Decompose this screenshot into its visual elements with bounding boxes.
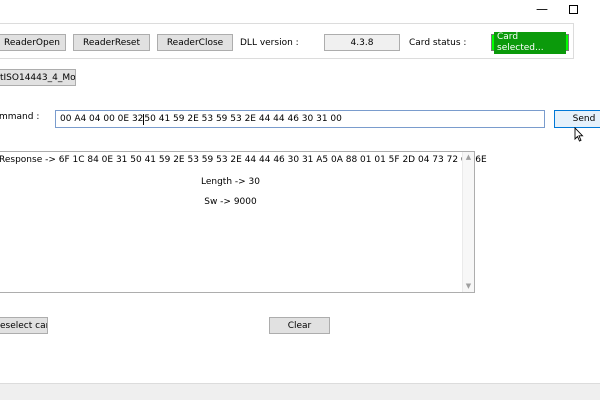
dll-version-label: DLL version : bbox=[240, 38, 299, 48]
send-button[interactable]: Send bbox=[554, 110, 600, 128]
command-text-after-caret: 50 41 59 2E 53 59 53 2E 44 44 46 30 31 0… bbox=[144, 114, 342, 124]
deselect-card-button[interactable]: eselect card bbox=[0, 317, 48, 334]
length-line: Length -> 30 bbox=[200, 177, 260, 187]
reader-open-button[interactable]: ReaderOpen bbox=[0, 34, 66, 51]
reader-close-button[interactable]: ReaderClose bbox=[157, 34, 233, 51]
card-status-field: Card selected... bbox=[491, 31, 569, 54]
response-output-box[interactable]: Response -> 6F 1C 84 0E 31 50 41 59 2E 5… bbox=[0, 151, 487, 293]
command-input[interactable]: 00 A4 04 00 0E 32 50 41 59 2E 53 59 53 2E… bbox=[55, 110, 545, 128]
scroll-down-arrow-icon[interactable]: ▼ bbox=[463, 282, 474, 291]
output-scrollbar[interactable]: ▲ ▼ bbox=[462, 152, 474, 292]
maximize-icon[interactable] bbox=[569, 5, 578, 14]
command-text-before-caret: 00 A4 04 00 0E 32 bbox=[60, 114, 144, 124]
dll-version-field: 4.3.8 bbox=[324, 34, 400, 51]
scroll-up-arrow-icon[interactable]: ▲ bbox=[463, 153, 474, 162]
command-label: mmand : bbox=[0, 112, 40, 122]
reader-reset-button[interactable]: ReaderReset bbox=[73, 34, 150, 51]
sw-line: Sw -> 9000 bbox=[204, 197, 257, 207]
minimize-icon[interactable]: — bbox=[535, 2, 549, 16]
response-line: Response -> 6F 1C 84 0E 31 50 41 59 2E 5… bbox=[0, 155, 487, 165]
window-bottom-edge bbox=[0, 383, 600, 400]
iso14443-mode-button[interactable]: tISO14443_4_Mode bbox=[0, 69, 76, 86]
clear-button[interactable]: Clear bbox=[269, 317, 330, 334]
mouse-pointer-icon bbox=[574, 127, 584, 142]
card-status-label: Card status : bbox=[409, 38, 467, 48]
card-status-value: Card selected... bbox=[494, 31, 566, 54]
